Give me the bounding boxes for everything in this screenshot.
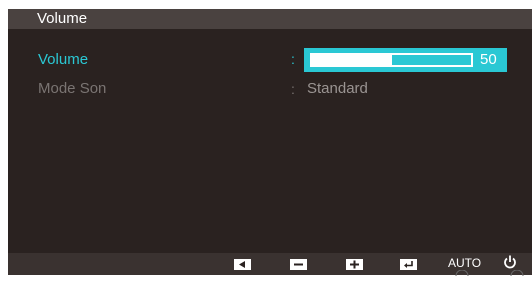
mode-son-value: Standard: [307, 80, 368, 97]
slider-fill: [312, 55, 392, 65]
bottom-control-bar: AUTO: [8, 253, 532, 275]
volume-separator: :: [291, 51, 295, 67]
mode-son-separator: :: [291, 81, 295, 97]
left-arrow-button[interactable]: [234, 259, 251, 270]
menu-item-volume[interactable]: Volume: [38, 51, 88, 69]
power-button[interactable]: [503, 254, 517, 270]
menu-item-mode-son[interactable]: Mode Son: [38, 80, 106, 98]
volume-value: 50: [480, 51, 497, 68]
enter-button[interactable]: [400, 259, 417, 270]
auto-button[interactable]: AUTO: [448, 256, 481, 270]
button-outline-decoration: [455, 270, 524, 276]
osd-panel: Volume Volume : 50 Mode Son : Standard A…: [8, 9, 532, 275]
enter-icon: [404, 261, 413, 268]
plus-icon: [350, 260, 359, 269]
minus-icon: [294, 263, 303, 266]
slider-track: [310, 53, 473, 67]
left-triangle-icon: [239, 261, 245, 268]
plus-button[interactable]: [346, 259, 363, 270]
page-title: Volume: [37, 10, 88, 27]
minus-button[interactable]: [290, 259, 307, 270]
header-bar: Volume: [8, 9, 532, 29]
volume-slider[interactable]: 50: [304, 48, 507, 72]
power-icon: [504, 255, 516, 269]
